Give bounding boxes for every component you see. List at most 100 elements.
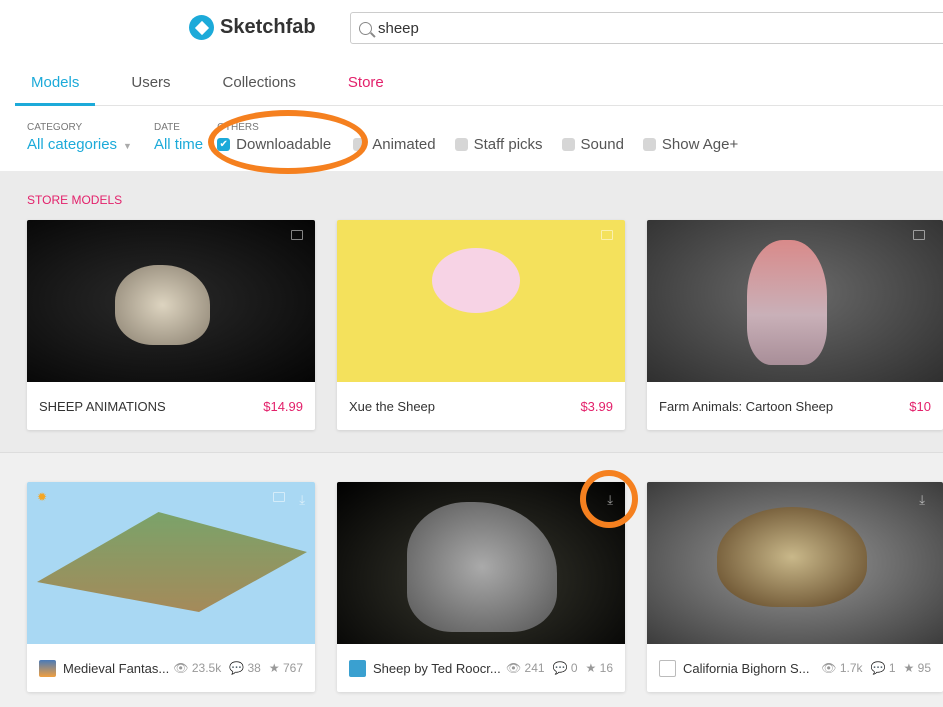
comments-count: 💬 0 <box>553 661 578 675</box>
comments: 0 <box>570 661 578 675</box>
price: $10 <box>909 398 931 414</box>
star-icon: ★ <box>903 661 915 675</box>
thumbnail[interactable]: ✹ ⤓ <box>27 482 315 644</box>
checkbox-show-age[interactable]: Show Age+ <box>642 136 739 153</box>
checkbox-label: Staff picks <box>473 136 543 153</box>
store-card[interactable]: Farm Animals: Cartoon Sheep $10 <box>647 220 943 430</box>
staff-pick-icon: ✹ <box>37 490 48 504</box>
search-input[interactable] <box>378 19 878 37</box>
comments-count: 💬 38 <box>229 661 261 675</box>
check-icon: ✔ <box>217 138 231 151</box>
skull-image <box>717 507 867 607</box>
download-icon[interactable]: ⤓ <box>919 492 925 508</box>
checkbox-animated[interactable]: Animated <box>353 136 436 153</box>
avatar[interactable] <box>659 659 676 677</box>
eye-icon: 👁 <box>821 661 837 675</box>
checkbox-box <box>561 138 575 151</box>
avatar[interactable] <box>349 659 366 677</box>
views: 241 <box>524 661 545 675</box>
film-icon <box>601 230 613 240</box>
views-count: 👁 1.7k <box>821 661 862 675</box>
likes-count: ★ 16 <box>586 661 613 675</box>
store-card[interactable]: Xue the Sheep $3.99 <box>337 220 625 430</box>
sheep-image <box>407 502 557 632</box>
checkbox-staff-picks[interactable]: Staff picks <box>454 136 543 153</box>
sheep-image <box>747 240 827 365</box>
model-card[interactable]: ✹ ⤓ Medieval Fantas... 👁 23.5k 💬 38 ★ 767 <box>27 482 315 692</box>
header: Sketchfab Models Users Collections Store… <box>0 0 943 171</box>
likes: 16 <box>599 661 613 675</box>
price: $14.99 <box>263 398 303 414</box>
eye-icon: 👁 <box>505 661 522 675</box>
category-value[interactable]: All categories <box>27 136 117 153</box>
checkbox-label: Downloadable <box>236 136 332 153</box>
category-filter[interactable]: CATEGORY All categories ▼ <box>27 122 132 153</box>
model-card[interactable]: ⤓ California Bighorn S... 👁 1.7k 💬 1 ★ 95 <box>647 482 943 692</box>
tab-users[interactable]: Users <box>115 60 186 106</box>
checkbox-label: Show Age+ <box>661 136 739 153</box>
views: 1.7k <box>839 661 863 675</box>
checkbox-box <box>642 138 656 151</box>
model-name[interactable]: Xue the Sheep <box>349 399 435 414</box>
castle-book-image <box>37 512 307 612</box>
comments: 1 <box>888 661 896 675</box>
views: 23.5k <box>191 661 222 675</box>
comment-icon: 💬 <box>552 661 568 675</box>
model-card[interactable]: ⤓ Sheep by Ted Roocr... 👁 241 💬 0 ★ 16 <box>337 482 625 692</box>
thumbnail[interactable]: ⤓ <box>337 482 625 644</box>
category-label: CATEGORY <box>27 122 83 133</box>
search-bar <box>350 12 943 44</box>
model-name[interactable]: Medieval Fantas... <box>63 661 169 676</box>
filters: CATEGORY All categories ▼ DATE All time OTH… <box>27 122 757 153</box>
logo[interactable]: Sketchfab <box>189 15 316 40</box>
date-value[interactable]: All time <box>154 136 203 153</box>
avatar[interactable] <box>39 659 56 677</box>
film-icon <box>291 230 303 240</box>
model-name[interactable]: SHEEP ANIMATIONS <box>39 399 166 414</box>
search-icon <box>359 21 372 35</box>
likes: 767 <box>282 661 303 675</box>
download-icon[interactable]: ⤓ <box>607 492 613 508</box>
section-title: STORE MODELS <box>27 193 123 207</box>
checkbox-sound[interactable]: Sound <box>561 136 624 153</box>
others-label: OTHERS <box>217 122 259 133</box>
tab-collections[interactable]: Collections <box>207 60 312 106</box>
film-icon <box>913 230 925 240</box>
comment-icon: 💬 <box>870 661 886 675</box>
store-card[interactable]: SHEEP ANIMATIONS $14.99 <box>27 220 315 430</box>
thumbnail[interactable] <box>647 220 943 382</box>
model-name[interactable]: Farm Animals: Cartoon Sheep <box>659 399 833 414</box>
star-icon: ★ <box>585 661 597 675</box>
model-name[interactable]: California Bighorn S... <box>683 661 809 676</box>
date-filter[interactable]: DATE All time <box>154 122 203 153</box>
download-icon[interactable]: ⤓ <box>299 492 305 508</box>
caret-down-icon: ▼ <box>123 141 132 151</box>
brand-name: Sketchfab <box>220 16 316 38</box>
thumbnail[interactable] <box>337 220 625 382</box>
comment-icon: 💬 <box>229 661 245 675</box>
comments: 38 <box>247 661 261 675</box>
tab-store[interactable]: Store <box>332 60 400 106</box>
likes-count: ★ 95 <box>904 661 931 675</box>
thumbnail[interactable] <box>27 220 315 382</box>
star-icon: ★ <box>268 661 280 675</box>
views-count: 👁 23.5k <box>173 661 221 675</box>
sheep-image <box>115 265 210 345</box>
sketchfab-logo-icon <box>189 15 214 40</box>
model-name[interactable]: Sheep by Ted Roocr... <box>373 661 501 676</box>
likes-count: ★ 767 <box>269 661 303 675</box>
tab-models[interactable]: Models <box>15 60 96 106</box>
checkbox-label: Sound <box>580 136 624 153</box>
likes: 95 <box>917 661 931 675</box>
thumbnail[interactable]: ⤓ <box>647 482 943 644</box>
film-icon <box>273 492 285 502</box>
price: $3.99 <box>580 398 613 414</box>
checkbox-label: Animated <box>372 136 436 153</box>
checkbox-box <box>353 138 367 151</box>
sheep-image <box>432 248 520 313</box>
tabs: Models Users Collections Store <box>15 60 943 106</box>
checkbox-downloadable[interactable]: ✔ Downloadable <box>217 136 331 153</box>
comments-count: 💬 1 <box>871 661 896 675</box>
checkbox-box <box>454 138 468 151</box>
eye-icon: 👁 <box>173 661 189 675</box>
